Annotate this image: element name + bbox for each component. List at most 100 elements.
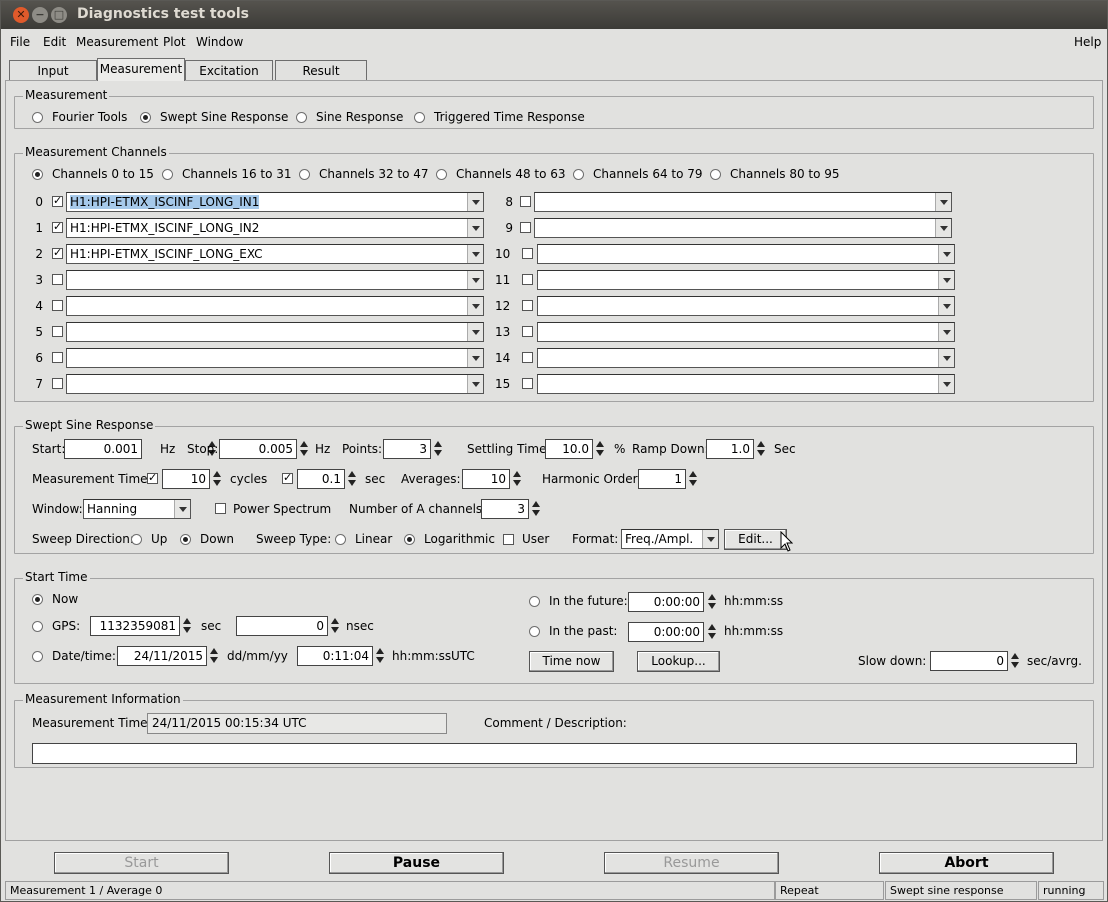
start-freq-input[interactable]: 0.001 [64, 439, 142, 459]
cycles-checkbox[interactable] [147, 471, 158, 485]
chevron-down-icon[interactable] [938, 297, 954, 315]
tab-measurement[interactable]: Measurement [97, 58, 185, 81]
spinner-arrows-icon[interactable] [1009, 651, 1021, 671]
channel-select[interactable] [66, 270, 484, 290]
chevron-down-icon[interactable] [938, 375, 954, 393]
stop-freq-input[interactable]: 0.005 [219, 439, 297, 459]
maximize-icon[interactable]: □ [51, 7, 67, 23]
spinner-arrows-icon[interactable] [374, 646, 386, 666]
sec-checkbox[interactable] [282, 471, 293, 485]
chevron-down-icon[interactable] [174, 500, 190, 518]
channel-select[interactable]: H1:HPI-ETMX_ISCINF_LONG_EXC [66, 244, 484, 264]
channel-active-checkbox[interactable] [52, 300, 63, 311]
spinner-arrows-icon[interactable] [594, 439, 606, 459]
points-input[interactable]: 3 [383, 439, 431, 459]
channel-select[interactable] [537, 374, 955, 394]
channel-select[interactable] [66, 374, 484, 394]
chevron-down-icon[interactable] [938, 271, 954, 289]
menu-help[interactable]: Help [1074, 35, 1101, 49]
spinner-arrows-icon[interactable] [211, 469, 223, 489]
channel-select[interactable] [534, 192, 952, 212]
chevron-down-icon[interactable] [938, 323, 954, 341]
spinner-arrows-icon[interactable] [298, 439, 310, 459]
chevron-down-icon[interactable] [935, 193, 951, 211]
spinner-arrows-icon[interactable] [432, 439, 444, 459]
menu-window[interactable]: Window [196, 35, 243, 49]
chevron-down-icon[interactable] [467, 245, 483, 263]
channel-select[interactable] [537, 244, 955, 264]
chevron-down-icon[interactable] [467, 297, 483, 315]
radio-gps[interactable] [32, 621, 43, 632]
radio-channels-0-15[interactable] [32, 169, 43, 180]
channel-active-checkbox[interactable] [522, 378, 533, 389]
window-select[interactable]: Hanning [83, 499, 191, 519]
chevron-down-icon[interactable] [938, 245, 954, 263]
channel-select[interactable] [537, 348, 955, 368]
format-select[interactable]: Freq./Ampl. [621, 529, 719, 549]
menu-plot[interactable]: Plot [163, 35, 186, 49]
radio-channels-32-47[interactable] [299, 169, 310, 180]
channel-active-checkbox[interactable] [520, 196, 531, 207]
gps-sec-input[interactable]: 1132359081 [90, 616, 180, 636]
start-button[interactable]: Start [54, 852, 229, 874]
averages-input[interactable]: 10 [462, 469, 510, 489]
radio-channels-80-95[interactable] [710, 169, 721, 180]
channel-active-checkbox[interactable] [52, 194, 63, 208]
spinner-arrows-icon[interactable] [511, 469, 523, 489]
radio-sweep-linear[interactable] [335, 534, 346, 545]
channel-active-checkbox[interactable] [522, 274, 533, 285]
chevron-down-icon[interactable] [935, 219, 951, 237]
power-spectrum-checkbox[interactable] [215, 503, 226, 514]
channel-active-checkbox[interactable] [52, 220, 63, 234]
channel-active-checkbox[interactable] [52, 378, 63, 389]
chevron-down-icon[interactable] [702, 530, 718, 548]
channel-select[interactable] [66, 348, 484, 368]
settling-time-input[interactable]: 10.0 [545, 439, 593, 459]
time-input[interactable]: 0:11:04 [297, 646, 373, 666]
channel-active-checkbox[interactable] [522, 248, 533, 259]
channel-active-checkbox[interactable] [52, 274, 63, 285]
chevron-down-icon[interactable] [467, 323, 483, 341]
spinner-arrows-icon[interactable] [755, 439, 767, 459]
close-icon[interactable]: ✕ [13, 7, 29, 23]
radio-datetime[interactable] [32, 651, 43, 662]
channel-select[interactable] [537, 270, 955, 290]
channel-select[interactable] [537, 296, 955, 316]
chevron-down-icon[interactable] [467, 349, 483, 367]
channel-active-checkbox[interactable] [522, 352, 533, 363]
ramp-down-input[interactable]: 1.0 [706, 439, 754, 459]
lookup-button[interactable]: Lookup... [637, 651, 720, 672]
channel-active-checkbox[interactable] [52, 326, 63, 337]
radio-in-future[interactable] [529, 596, 540, 607]
slow-down-input[interactable]: 0 [930, 651, 1008, 671]
radio-channels-16-31[interactable] [162, 169, 173, 180]
menu-file[interactable]: File [10, 35, 30, 49]
radio-now[interactable] [32, 594, 43, 605]
abort-button[interactable]: Abort [879, 852, 1054, 874]
radio-sweep-log[interactable] [404, 534, 415, 545]
radio-sweep-down[interactable] [180, 534, 191, 545]
gps-nsec-input[interactable]: 0 [236, 616, 328, 636]
channel-select[interactable] [66, 322, 484, 342]
past-input[interactable]: 0:00:00 [628, 622, 704, 642]
channel-active-checkbox[interactable] [520, 222, 531, 233]
menu-edit[interactable]: Edit [43, 35, 66, 49]
pause-button[interactable]: Pause [329, 852, 504, 874]
spinner-arrows-icon[interactable] [208, 646, 220, 666]
user-checkbox[interactable] [503, 534, 514, 545]
spinner-arrows-icon[interactable] [530, 499, 542, 519]
radio-in-past[interactable] [529, 626, 540, 637]
channel-active-checkbox[interactable] [522, 326, 533, 337]
spinner-arrows-icon[interactable] [329, 616, 341, 636]
radio-triggered-time[interactable] [414, 112, 425, 123]
time-now-button[interactable]: Time now [529, 651, 614, 672]
harmonic-order-input[interactable]: 1 [638, 469, 686, 489]
channel-active-checkbox[interactable] [52, 352, 63, 363]
spinner-arrows-icon[interactable] [346, 469, 358, 489]
tab-result[interactable]: Result [275, 60, 367, 81]
chevron-down-icon[interactable] [467, 271, 483, 289]
num-a-channels-input[interactable]: 3 [481, 499, 529, 519]
channel-select[interactable]: H1:HPI-ETMX_ISCINF_LONG_IN1 [66, 192, 484, 212]
channel-select[interactable]: H1:HPI-ETMX_ISCINF_LONG_IN2 [66, 218, 484, 238]
menu-measurement[interactable]: Measurement [76, 35, 158, 49]
